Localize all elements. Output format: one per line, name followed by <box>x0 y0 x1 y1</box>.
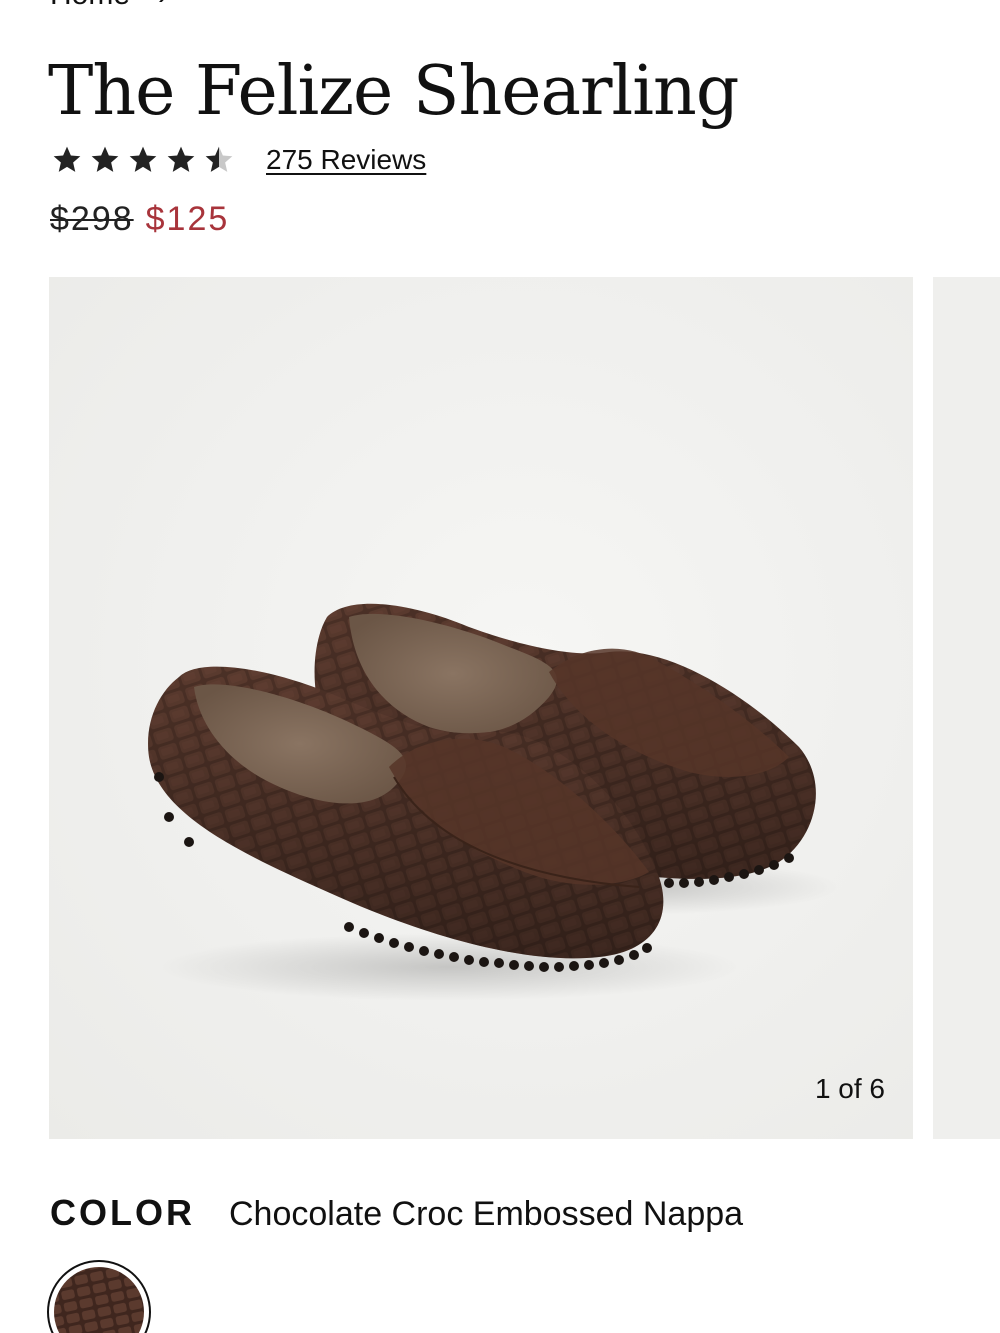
breadcrumb-home-link[interactable]: Home <box>50 0 130 12</box>
breadcrumb: Home › <box>50 0 168 12</box>
image-counter: 1 of 6 <box>814 1073 885 1104</box>
product-image-gallery[interactable]: 1 of 6 <box>49 277 913 1139</box>
star-full-icon <box>50 144 84 176</box>
selected-color-name: Chocolate Croc Embossed Nappa <box>229 1195 744 1233</box>
next-image-peek[interactable] <box>933 277 1000 1139</box>
sale-price: $125 <box>145 200 230 238</box>
star-half-icon <box>202 144 236 176</box>
price-row: $298 $125 <box>50 200 229 239</box>
chevron-right-icon: › <box>158 0 168 10</box>
original-price: $298 <box>50 200 134 238</box>
star-full-icon <box>88 144 122 176</box>
reviews-link[interactable]: 275 Reviews <box>266 144 426 176</box>
rating-row: 275 Reviews <box>50 144 426 176</box>
product-title: The Felize Shearling <box>48 52 739 131</box>
color-swatch-selected[interactable] <box>47 1260 151 1333</box>
star-full-icon <box>126 144 160 176</box>
product-image-loafers <box>148 603 839 1001</box>
color-label: COLOR <box>50 1192 195 1233</box>
star-full-icon <box>164 144 198 176</box>
star-rating <box>50 144 236 176</box>
color-selector-header: COLOR Chocolate Croc Embossed Nappa <box>50 1192 743 1234</box>
croc-texture-swatch <box>54 1267 144 1333</box>
